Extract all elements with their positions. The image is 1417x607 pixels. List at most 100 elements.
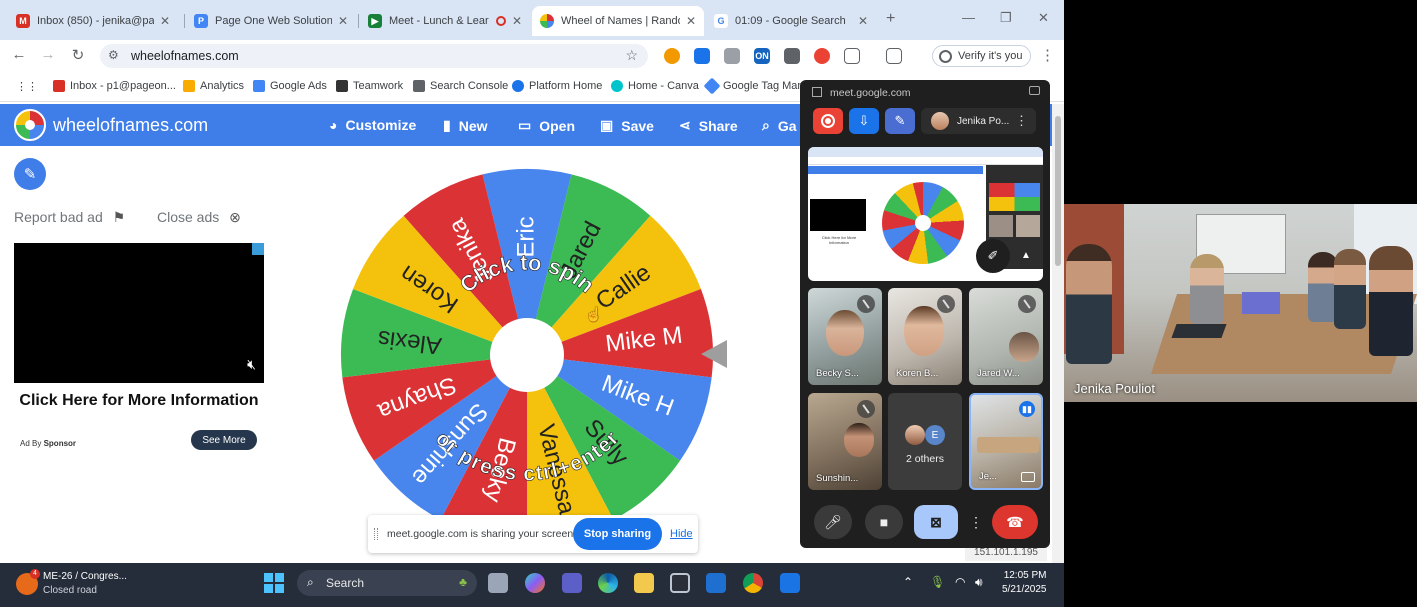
apps-grid-icon[interactable]: ⋮⋮ [16,80,38,93]
back-to-tab-icon[interactable] [1029,86,1040,95]
bookmark-item[interactable]: Inbox - p1@pageon... [53,80,176,92]
back-icon[interactable]: ← [9,46,29,63]
extensions-puzzle-icon[interactable] [844,48,860,64]
participant-tile-self[interactable]: ▮▮ Je... [969,393,1043,490]
tab-page-one[interactable]: P Page One Web Solutions ✕ [186,6,356,36]
customize-button[interactable]: ◕ Customize [329,117,416,133]
ad-video[interactable]: 🔇︎ [14,243,264,383]
extension-icon[interactable] [724,48,740,64]
self-view-pill[interactable]: Jenika Po... ⋮ [921,108,1036,134]
edge-icon[interactable] [598,573,618,593]
wheel-center[interactable] [490,318,564,392]
window-close-icon[interactable]: ✕ [1038,10,1049,26]
tab-wheel-of-names[interactable]: Wheel of Names | Rando ✕ [532,6,704,36]
messenger-icon[interactable] [780,573,800,593]
reload-icon[interactable]: ↻ [68,46,88,64]
wheel-svg[interactable]: Eric JaredCallieMike MMike HSullyVanessaB… [338,166,716,544]
tab-google-search[interactable]: G 01:09 - Google Search ✕ [706,6,876,36]
more-options-button[interactable]: ⋮ [966,505,986,539]
pin-icon[interactable] [1021,472,1035,482]
microphone-in-use-icon[interactable]: 🎙︎ [930,575,945,589]
participant-tile[interactable]: Koren B... [888,288,962,385]
stop-sharing-button[interactable]: Stop sharing [573,518,662,550]
microphone-button[interactable]: 🎤︎ [814,505,852,539]
other-participants-tile[interactable]: E 2 others [888,393,962,490]
record-button[interactable] [813,108,843,134]
participant-tile[interactable]: Sunshin... [808,393,882,490]
more-options-icon[interactable]: ⋮ [1015,113,1028,129]
extension-icon[interactable] [814,48,830,64]
new-tab-button[interactable]: + [886,10,895,28]
taskbar-search[interactable]: ⌕ Search ♣ [297,570,477,596]
file-explorer-icon[interactable] [634,573,654,593]
system-clock[interactable]: 12:05 PM 5/21/2025 [1002,569,1047,597]
see-more-button[interactable]: See More [191,430,257,450]
address-bar[interactable]: ⚙ wheelofnames.com ☆ [100,44,648,68]
bookmark-item[interactable]: Google Tag Mana [703,77,810,95]
copilot-icon[interactable] [525,573,545,593]
restore-icon[interactable]: ❐ [1000,10,1012,26]
drag-handle-icon[interactable] [374,528,378,540]
tab-meet[interactable]: ▶ Meet - Lunch & Lear ✕ [360,6,530,36]
ad-headline[interactable]: Click Here for More Information [14,390,264,411]
minimize-icon[interactable]: — [962,10,975,25]
name-wheel[interactable]: Eric Jared Callie Mike M Mike H Sully Vanessa B… [338,166,716,544]
camera-button[interactable]: ■ [865,505,903,539]
bookmark-item[interactable]: Analytics [183,80,244,92]
adchoices-icon[interactable] [252,243,264,255]
site-title[interactable]: wheelofnames.com [53,115,208,136]
close-circle-icon[interactable]: ⊗ [229,209,241,225]
gallery-button[interactable]: ⌕ Ga [762,117,797,134]
site-info-icon[interactable]: ⚙ [108,48,119,62]
verify-profile-button[interactable]: Verify it's you [932,45,1032,67]
wifi-icon[interactable]: ◠ [955,575,965,589]
outlook-icon[interactable] [706,573,726,593]
bookmark-item[interactable]: Home - Canva [611,80,699,92]
bookmark-item[interactable]: Search Console [413,80,508,92]
close-icon[interactable]: ✕ [512,14,522,28]
show-hidden-icons[interactable]: ⌃ [903,575,913,589]
participant-tile[interactable]: Becky S... [808,288,882,385]
bookmark-star-icon[interactable]: ☆ [625,47,638,64]
close-icon[interactable]: ✕ [338,14,348,28]
stop-presenting-button[interactable]: ⊠ [914,505,958,539]
bookmark-item[interactable]: Google Ads [253,80,327,92]
annotate-button[interactable]: ✎ [885,108,915,134]
scrollbar-thumb[interactable] [1055,116,1061,266]
start-button[interactable] [264,573,284,593]
pip-settings-icon[interactable] [812,87,822,97]
extension-on-icon[interactable]: ON [754,48,770,64]
forward-icon[interactable]: → [38,46,58,63]
draw-tool-icon[interactable]: ✐ [976,239,1010,273]
present-button[interactable]: ⇩ [849,108,879,134]
edit-pencil-button[interactable]: ✎ [14,158,46,190]
leave-call-button[interactable]: ☎ [992,505,1038,539]
page-scrollbar[interactable] [1052,104,1064,563]
participant-tile[interactable]: Jared W... [969,288,1043,385]
store-icon[interactable] [670,573,690,593]
close-icon[interactable]: ✕ [858,14,868,28]
bookmark-item[interactable]: Teamwork [336,80,403,92]
tab-search-icon[interactable] [886,48,902,64]
new-button[interactable]: ▮ New [443,117,488,134]
extension-icon[interactable] [784,48,800,64]
volume-icon[interactable]: 🔊︎ [975,575,983,590]
close-icon[interactable]: ✕ [160,14,170,28]
bookmark-item[interactable]: Platform Home [512,80,602,92]
chrome-icon[interactable] [743,573,763,593]
wheel-logo-icon[interactable] [14,109,46,141]
task-view-icon[interactable] [488,573,508,593]
browser-menu-icon[interactable]: ⋮ [1040,46,1055,64]
hide-share-bar-link[interactable]: Hide [670,528,693,540]
save-button[interactable]: ▣ Save [600,117,654,134]
extension-icon[interactable] [694,48,710,64]
expand-up-icon[interactable]: ▲ [1014,243,1038,267]
close-ads-link[interactable]: Close ads [157,209,219,225]
close-icon[interactable]: ✕ [686,14,696,28]
share-button[interactable]: ⋖ Share [679,117,738,134]
mute-icon[interactable]: 🔇︎ [247,356,256,373]
shared-screen-preview[interactable]: Click Here for More Information ✐ ▲ [808,147,1043,281]
teams-icon[interactable] [562,573,582,593]
tab-inbox[interactable]: M Inbox (850) - jenika@pa... ✕ [8,6,178,36]
open-button[interactable]: ▭ Open [518,117,575,134]
